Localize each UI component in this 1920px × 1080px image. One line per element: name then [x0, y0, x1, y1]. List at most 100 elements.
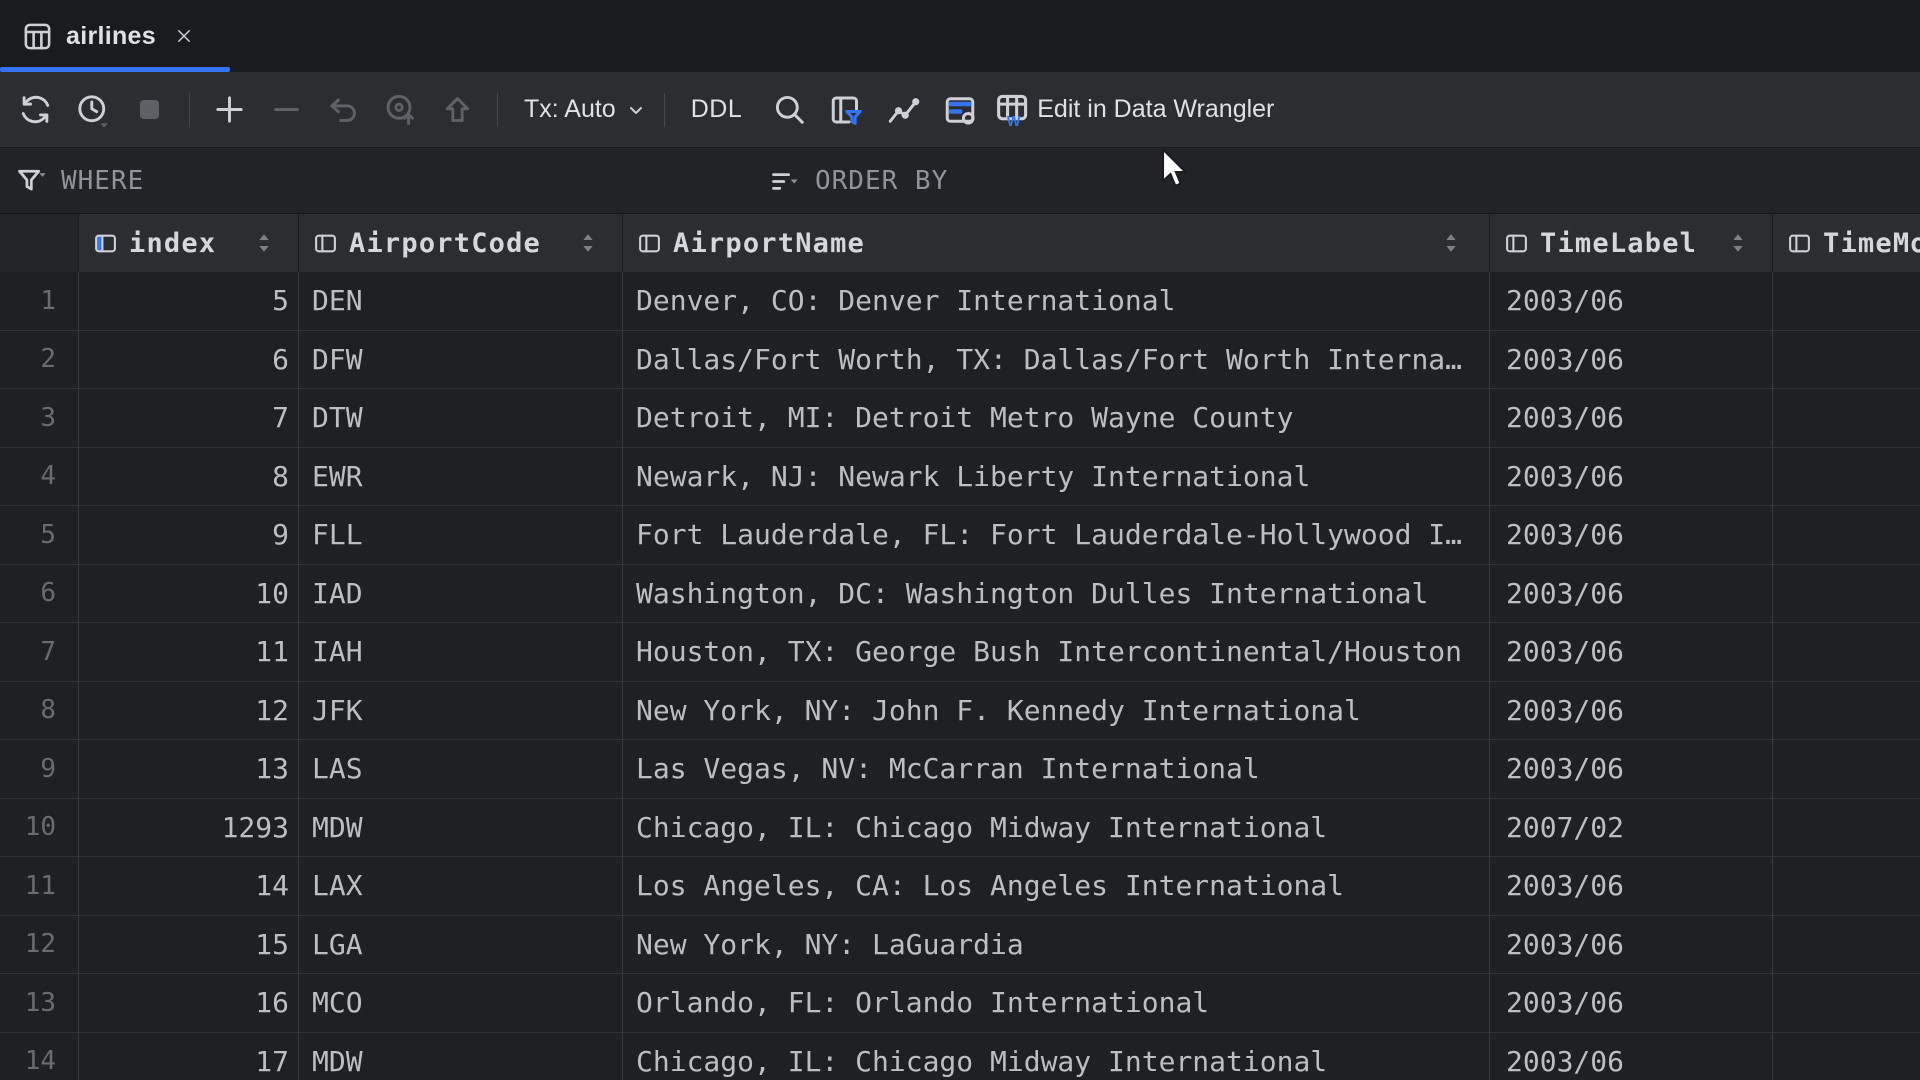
row-number[interactable]: 14: [0, 1033, 79, 1080]
cell-timelabel[interactable]: 2007/02: [1490, 799, 1773, 858]
cell-timemonth[interactable]: [1773, 272, 1920, 331]
cell-timemonth[interactable]: [1773, 799, 1920, 858]
cell-airportname[interactable]: Denver, CO: Denver International: [623, 272, 1490, 331]
cell-timelabel[interactable]: 2003/06: [1490, 565, 1773, 624]
cell-index[interactable]: 5: [79, 272, 299, 331]
cell-index[interactable]: 14: [79, 857, 299, 916]
cell-timemonth[interactable]: [1773, 857, 1920, 916]
where-filter-field[interactable]: WHERE: [14, 148, 144, 214]
tab-airlines[interactable]: airlines: [0, 0, 230, 72]
cell-index[interactable]: 17: [79, 1033, 299, 1080]
cell-airportname[interactable]: New York, NY: John F. Kennedy Internatio…: [623, 682, 1490, 741]
reload-icon[interactable]: [12, 85, 58, 135]
cell-airportcode[interactable]: IAH: [299, 623, 623, 682]
preview-changes-icon[interactable]: [377, 85, 423, 135]
cell-timemonth[interactable]: [1773, 506, 1920, 565]
chart-icon[interactable]: [880, 85, 926, 135]
cell-airportname[interactable]: Detroit, MI: Detroit Metro Wayne County: [623, 389, 1490, 448]
cell-timelabel[interactable]: 2003/06: [1490, 740, 1773, 799]
column-header-airportname[interactable]: AirportName: [623, 214, 1490, 272]
cell-timemonth[interactable]: [1773, 389, 1920, 448]
row-number[interactable]: 3: [0, 389, 79, 448]
row-number[interactable]: 8: [0, 682, 79, 741]
column-header-timelabel[interactable]: TimeLabel: [1490, 214, 1773, 272]
cell-index[interactable]: 13: [79, 740, 299, 799]
cell-timemonth[interactable]: [1773, 331, 1920, 390]
cell-airportname[interactable]: Orlando, FL: Orlando International: [623, 974, 1490, 1033]
column-header-airportcode[interactable]: AirportCode: [299, 214, 623, 272]
cell-timemonth[interactable]: [1773, 740, 1920, 799]
row-number[interactable]: 9: [0, 740, 79, 799]
cell-airportcode[interactable]: LAS: [299, 740, 623, 799]
cell-index[interactable]: 1293: [79, 799, 299, 858]
cell-index[interactable]: 6: [79, 331, 299, 390]
cell-airportname[interactable]: Washington, DC: Washington Dulles Intern…: [623, 565, 1490, 624]
cell-index[interactable]: 7: [79, 389, 299, 448]
row-number[interactable]: 13: [0, 974, 79, 1033]
row-number[interactable]: 2: [0, 331, 79, 390]
cell-index[interactable]: 8: [79, 448, 299, 507]
cell-airportcode[interactable]: LGA: [299, 916, 623, 975]
filter-rows-icon[interactable]: [823, 85, 869, 135]
cell-timelabel[interactable]: 2003/06: [1490, 857, 1773, 916]
cell-airportcode[interactable]: DEN: [299, 272, 623, 331]
cell-timemonth[interactable]: [1773, 916, 1920, 975]
column-header-index[interactable]: index: [79, 214, 299, 272]
cell-timelabel[interactable]: 2003/06: [1490, 682, 1773, 741]
cell-airportname[interactable]: Los Angeles, CA: Los Angeles Internation…: [623, 857, 1490, 916]
cell-airportname[interactable]: Las Vegas, NV: McCarran International: [623, 740, 1490, 799]
cell-index[interactable]: 12: [79, 682, 299, 741]
row-number[interactable]: 6: [0, 565, 79, 624]
row-number[interactable]: 1: [0, 272, 79, 331]
cell-airportcode[interactable]: DTW: [299, 389, 623, 448]
cell-timelabel[interactable]: 2003/06: [1490, 974, 1773, 1033]
cell-airportname[interactable]: Newark, NJ: Newark Liberty International: [623, 448, 1490, 507]
column-header-timemonth[interactable]: TimeMo: [1773, 214, 1920, 272]
row-number[interactable]: 11: [0, 857, 79, 916]
cell-timelabel[interactable]: 2003/06: [1490, 331, 1773, 390]
submit-icon[interactable]: [434, 85, 480, 135]
cell-timemonth[interactable]: [1773, 448, 1920, 507]
row-number[interactable]: 10: [0, 799, 79, 858]
tx-mode-dropdown[interactable]: Tx: Auto: [514, 85, 658, 135]
delete-row-icon[interactable]: [263, 85, 309, 135]
stop-icon[interactable]: [126, 85, 172, 135]
cell-airportcode[interactable]: LAX: [299, 857, 623, 916]
cell-airportname[interactable]: Houston, TX: George Bush Intercontinenta…: [623, 623, 1490, 682]
cell-airportname[interactable]: Fort Lauderdale, FL: Fort Lauderdale-Hol…: [623, 506, 1490, 565]
row-number[interactable]: 5: [0, 506, 79, 565]
undo-icon[interactable]: [320, 85, 366, 135]
cell-timelabel[interactable]: 2003/06: [1490, 389, 1773, 448]
search-icon[interactable]: [766, 85, 812, 135]
row-number[interactable]: 4: [0, 448, 79, 507]
cell-airportname[interactable]: New York, NY: LaGuardia: [623, 916, 1490, 975]
cell-timelabel[interactable]: 2003/06: [1490, 623, 1773, 682]
cell-airportcode[interactable]: MCO: [299, 974, 623, 1033]
cell-timelabel[interactable]: 2003/06: [1490, 1033, 1773, 1080]
cell-timemonth[interactable]: [1773, 1033, 1920, 1080]
cell-airportname[interactable]: Dallas/Fort Worth, TX: Dallas/Fort Worth…: [623, 331, 1490, 390]
close-icon[interactable]: [169, 25, 199, 47]
cell-index[interactable]: 15: [79, 916, 299, 975]
row-number[interactable]: 7: [0, 623, 79, 682]
cell-airportcode[interactable]: FLL: [299, 506, 623, 565]
view-options-icon[interactable]: [937, 85, 983, 135]
cell-airportcode[interactable]: JFK: [299, 682, 623, 741]
cell-timelabel[interactable]: 2003/06: [1490, 448, 1773, 507]
cell-airportcode[interactable]: EWR: [299, 448, 623, 507]
add-row-icon[interactable]: [206, 85, 252, 135]
cell-timemonth[interactable]: [1773, 974, 1920, 1033]
cell-timemonth[interactable]: [1773, 565, 1920, 624]
cell-airportcode[interactable]: IAD: [299, 565, 623, 624]
cell-index[interactable]: 11: [79, 623, 299, 682]
cell-timelabel[interactable]: 2003/06: [1490, 916, 1773, 975]
cell-timemonth[interactable]: [1773, 682, 1920, 741]
cell-airportname[interactable]: Chicago, IL: Chicago Midway Internationa…: [623, 799, 1490, 858]
schedule-icon[interactable]: [69, 85, 115, 135]
cell-timelabel[interactable]: 2003/06: [1490, 272, 1773, 331]
cell-airportname[interactable]: Chicago, IL: Chicago Midway Internationa…: [623, 1033, 1490, 1080]
row-number-header[interactable]: [0, 214, 79, 272]
cell-airportcode[interactable]: MDW: [299, 799, 623, 858]
cell-index[interactable]: 16: [79, 974, 299, 1033]
ddl-button[interactable]: DDL: [681, 85, 753, 135]
